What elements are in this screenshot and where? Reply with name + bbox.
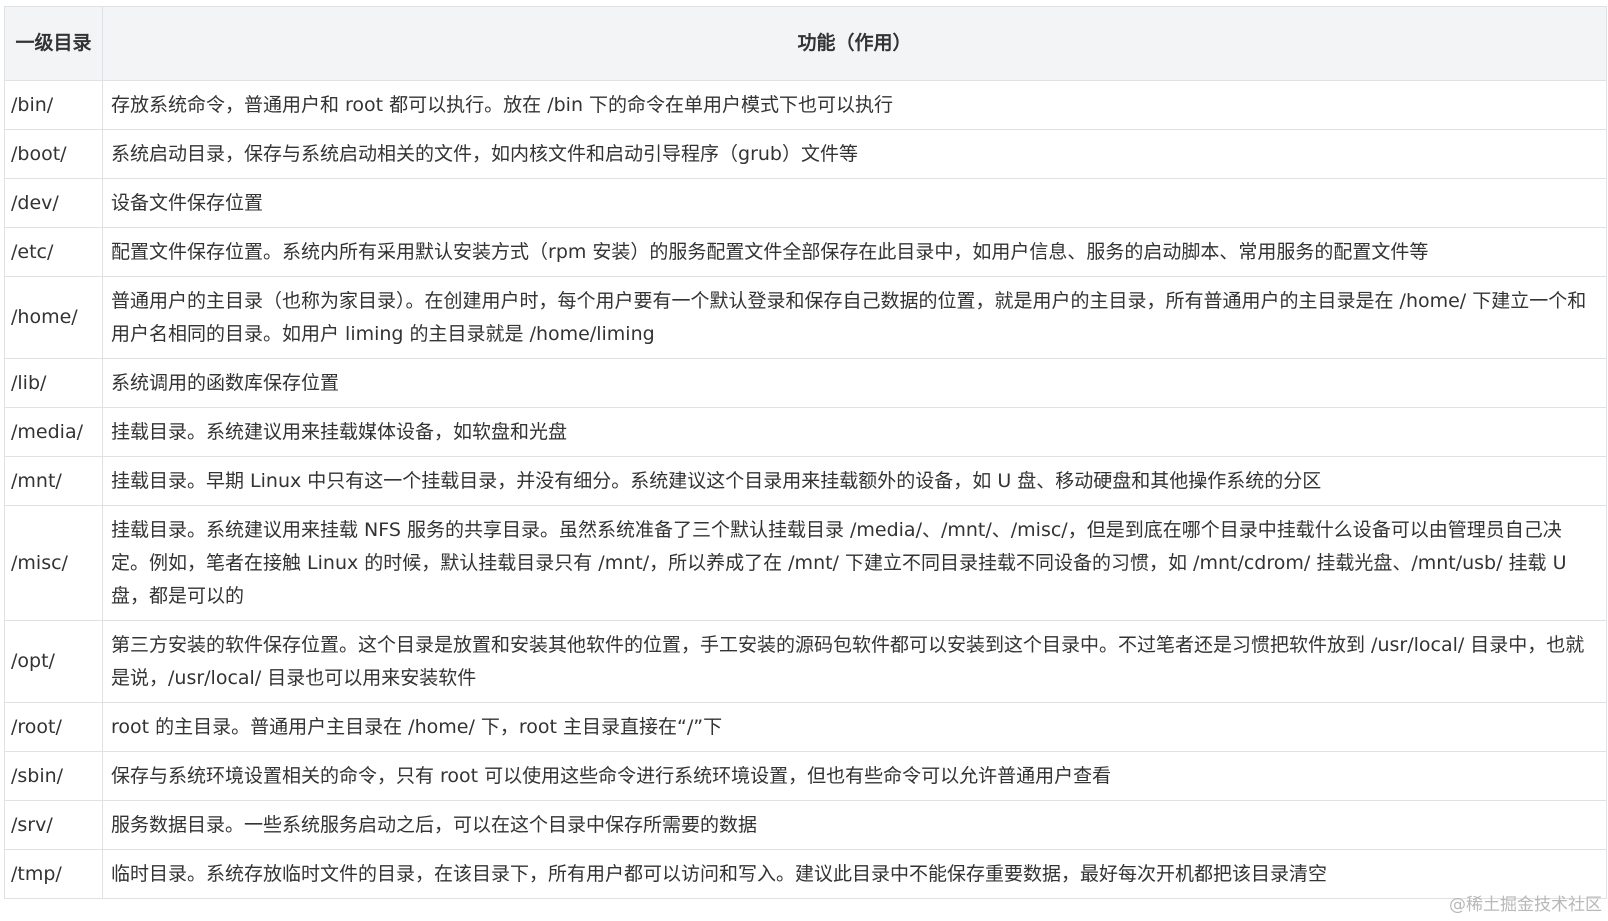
table-row: /bin/ 存放系统命令，普通用户和 root 都可以执行。放在 /bin 下的…: [4, 80, 1607, 130]
desc-cell: 挂载目录。早期 Linux 中只有这一个挂载目录，并没有细分。系统建议这个目录用…: [102, 456, 1607, 506]
dir-cell: /root/: [4, 702, 103, 752]
desc-cell: 保存与系统环境设置相关的命令，只有 root 可以使用这些命令进行系统环境设置，…: [102, 751, 1607, 801]
desc-cell: 设备文件保存位置: [102, 178, 1607, 228]
watermark: @稀土掘金技术社区: [1449, 895, 1602, 915]
dir-cell: /home/: [4, 276, 103, 359]
table-row: /opt/ 第三方安装的软件保存位置。这个目录是放置和安装其他软件的位置，手工安…: [4, 620, 1607, 703]
desc-cell: 存放系统命令，普通用户和 root 都可以执行。放在 /bin 下的命令在单用户…: [102, 80, 1607, 130]
dir-cell: /tmp/: [4, 849, 103, 899]
table-row: /sbin/ 保存与系统环境设置相关的命令，只有 root 可以使用这些命令进行…: [4, 751, 1607, 801]
desc-cell: 服务数据目录。一些系统服务启动之后，可以在这个目录中保存所需要的数据: [102, 800, 1607, 850]
desc-cell: 临时目录。系统存放临时文件的目录，在该目录下，所有用户都可以访问和写入。建议此目…: [102, 849, 1607, 899]
table-row: /lib/ 系统调用的函数库保存位置: [4, 358, 1607, 408]
desc-cell: 配置文件保存位置。系统内所有采用默认安装方式（rpm 安装）的服务配置文件全部保…: [102, 227, 1607, 277]
desc-cell: 普通用户的主目录（也称为家目录）。在创建用户时，每个用户要有一个默认登录和保存自…: [102, 276, 1607, 359]
dir-cell: /dev/: [4, 178, 103, 228]
table-row: /dev/ 设备文件保存位置: [4, 178, 1607, 228]
table-row: /home/ 普通用户的主目录（也称为家目录）。在创建用户时，每个用户要有一个默…: [4, 276, 1607, 359]
header-function: 功能（作用）: [102, 6, 1607, 81]
dir-cell: /media/: [4, 407, 103, 457]
desc-cell: root 的主目录。普通用户主目录在 /home/ 下，root 主目录直接在“…: [102, 702, 1607, 752]
desc-cell: 挂载目录。系统建议用来挂载媒体设备，如软盘和光盘: [102, 407, 1607, 457]
dir-cell: /etc/: [4, 227, 103, 277]
table-row: /misc/ 挂载目录。系统建议用来挂载 NFS 服务的共享目录。虽然系统准备了…: [4, 505, 1607, 621]
dir-cell: /boot/: [4, 129, 103, 179]
table-row: /mnt/ 挂载目录。早期 Linux 中只有这一个挂载目录，并没有细分。系统建…: [4, 456, 1607, 506]
dir-cell: /misc/: [4, 505, 103, 621]
desc-cell: 系统调用的函数库保存位置: [102, 358, 1607, 408]
table-row: /tmp/ 临时目录。系统存放临时文件的目录，在该目录下，所有用户都可以访问和写…: [4, 849, 1607, 899]
table-row: /srv/ 服务数据目录。一些系统服务启动之后，可以在这个目录中保存所需要的数据: [4, 800, 1607, 850]
table-row: /boot/ 系统启动目录，保存与系统启动相关的文件，如内核文件和启动引导程序（…: [4, 129, 1607, 179]
desc-cell: 挂载目录。系统建议用来挂载 NFS 服务的共享目录。虽然系统准备了三个默认挂载目…: [102, 505, 1607, 621]
table-row: /media/ 挂载目录。系统建议用来挂载媒体设备，如软盘和光盘: [4, 407, 1607, 457]
dir-cell: /srv/: [4, 800, 103, 850]
table-row: /etc/ 配置文件保存位置。系统内所有采用默认安装方式（rpm 安装）的服务配…: [4, 227, 1607, 277]
dir-cell: /opt/: [4, 620, 103, 703]
dir-cell: /mnt/: [4, 456, 103, 506]
desc-cell: 第三方安装的软件保存位置。这个目录是放置和安装其他软件的位置，手工安装的源码包软…: [102, 620, 1607, 703]
dir-cell: /bin/: [4, 80, 103, 130]
header-directory: 一级目录: [4, 6, 103, 81]
directory-table-container: 一级目录 功能（作用） /bin/ 存放系统命令，普通用户和 root 都可以执…: [4, 6, 1607, 899]
dir-cell: /sbin/: [4, 751, 103, 801]
directory-table: 一级目录 功能（作用） /bin/ 存放系统命令，普通用户和 root 都可以执…: [4, 6, 1607, 899]
table-header-row: 一级目录 功能（作用）: [4, 6, 1607, 81]
table-row: /root/ root 的主目录。普通用户主目录在 /home/ 下，root …: [4, 702, 1607, 752]
dir-cell: /lib/: [4, 358, 103, 408]
desc-cell: 系统启动目录，保存与系统启动相关的文件，如内核文件和启动引导程序（grub）文件…: [102, 129, 1607, 179]
